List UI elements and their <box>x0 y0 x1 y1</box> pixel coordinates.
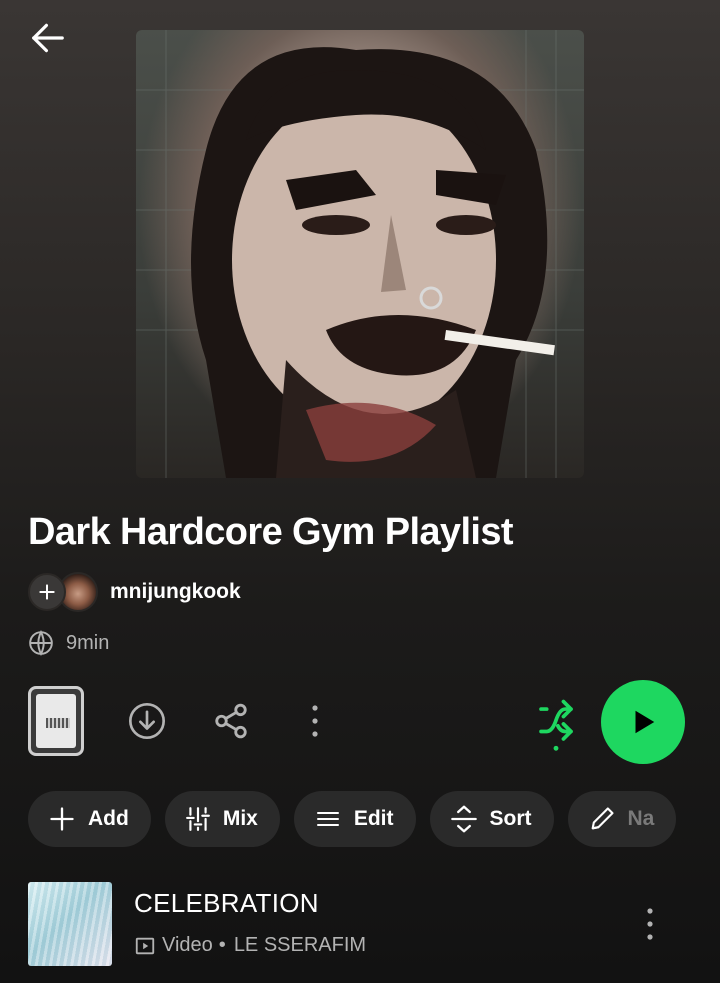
filter-chips: Add Mix Edit Sort Na <box>28 791 720 847</box>
track-subtitle: Video • LE SSERAFIM <box>134 934 366 957</box>
action-bar <box>0 680 720 764</box>
track-artwork <box>28 882 112 966</box>
more-vertical-icon <box>312 705 318 737</box>
owner-row: mnijungkook <box>28 572 241 612</box>
arrow-left-icon <box>32 23 64 53</box>
sliders-icon <box>185 807 210 831</box>
video-icon <box>135 937 155 954</box>
add-chip[interactable]: Add <box>28 791 151 847</box>
track-separator: • <box>218 934 226 956</box>
track-title: CELEBRATION <box>134 888 319 918</box>
name-chip[interactable]: Na <box>567 791 677 847</box>
plus-icon <box>39 584 55 600</box>
track-artist: LE SSERAFIM <box>233 934 367 956</box>
pencil-icon <box>591 807 614 830</box>
playlist-duration: 9min <box>66 631 110 654</box>
playlist-title: Dark Hardcore Gym Playlist <box>28 511 514 553</box>
owner-name[interactable]: mnijungkook <box>110 580 241 604</box>
edit-chip[interactable]: Edit <box>293 791 416 847</box>
menu-lines-icon <box>316 812 339 826</box>
cover-art-illustration <box>136 30 584 478</box>
play-icon <box>635 710 655 734</box>
download-button[interactable] <box>124 698 170 744</box>
add-collaborator-button[interactable] <box>28 573 66 611</box>
play-button[interactable] <box>601 680 685 764</box>
playlist-thumbnail-button[interactable] <box>28 686 84 756</box>
playlist-meta: 9min <box>28 628 109 658</box>
share-button[interactable] <box>208 698 254 744</box>
playlist-cover-image <box>136 30 584 478</box>
globe-icon <box>29 630 53 656</box>
edit-chip-label: Edit <box>353 807 394 830</box>
sort-chip[interactable]: Sort <box>429 791 554 847</box>
back-button[interactable] <box>24 14 72 62</box>
mix-chip[interactable]: Mix <box>164 791 280 847</box>
sort-icon <box>450 805 477 833</box>
shuffle-icon <box>539 699 573 751</box>
plus-icon <box>50 807 74 831</box>
track-more-button[interactable] <box>630 900 670 948</box>
playlist-thumbnail <box>36 694 76 748</box>
share-icon <box>215 703 247 739</box>
shuffle-button[interactable] <box>530 694 582 754</box>
more-options-button[interactable] <box>292 698 338 744</box>
track-row[interactable]: CELEBRATION Video • LE SSERAFIM <box>28 882 692 966</box>
more-vertical-icon <box>647 908 653 940</box>
track-type: Video <box>162 934 213 956</box>
sort-chip-label: Sort <box>489 807 532 830</box>
name-chip-label: Na <box>627 807 655 830</box>
mix-chip-label: Mix <box>222 807 258 830</box>
download-icon <box>129 703 165 739</box>
add-chip-label: Add <box>88 807 129 830</box>
